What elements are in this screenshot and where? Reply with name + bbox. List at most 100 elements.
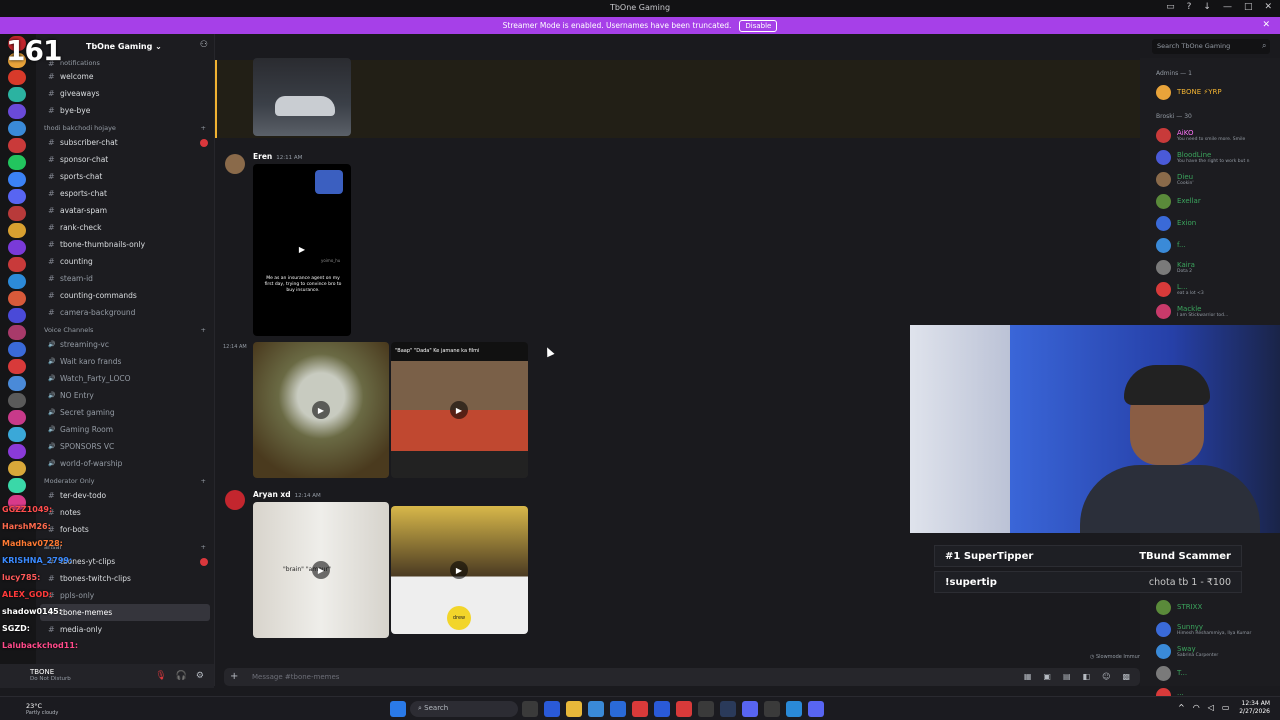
channel-item[interactable]: 🔊 Wait karo frands xyxy=(36,353,214,370)
guild-header[interactable]: TbOne Gaming ⌄ ⚇ xyxy=(36,34,214,58)
deafen-icon[interactable]: 🎧 xyxy=(176,671,187,681)
video-embed[interactable]: "Baap" "Dada" Ke jamane ka filmi ▶ xyxy=(391,342,528,478)
channel-category[interactable]: thodi bakchodi hojaye + xyxy=(36,119,214,134)
server-icon[interactable] xyxy=(8,172,26,187)
channel-item[interactable]: # for-bots xyxy=(36,521,214,538)
video-embed[interactable]: ▶ xyxy=(253,342,389,478)
apps-icon[interactable]: ▦ xyxy=(1024,672,1032,681)
channel-item[interactable]: # ter-dev-todo xyxy=(36,487,214,504)
server-icon[interactable] xyxy=(8,257,26,272)
channel-item[interactable]: # counting-commands xyxy=(36,287,214,304)
clock[interactable]: 12:34 AM 2/27/2026 xyxy=(1239,700,1270,716)
server-icon[interactable] xyxy=(8,478,26,493)
server-icon[interactable] xyxy=(8,138,26,153)
play-icon[interactable]: ▶ xyxy=(312,561,330,579)
taskbar-app-icon[interactable] xyxy=(698,701,714,717)
server-icon[interactable] xyxy=(8,291,26,306)
add-channel-icon[interactable]: + xyxy=(201,326,206,334)
add-channel-icon[interactable]: + xyxy=(201,124,206,132)
tray-chevron-icon[interactable]: ^ xyxy=(1178,703,1185,712)
settings-gear-icon[interactable]: ⚙ xyxy=(196,671,204,681)
download-icon[interactable]: ↓ xyxy=(1203,2,1211,12)
taskbar-app-icon[interactable] xyxy=(610,701,626,717)
sticker-icon[interactable]: ◧ xyxy=(1083,672,1091,681)
close-banner-icon[interactable]: ✕ xyxy=(1262,20,1270,30)
channel-category[interactable]: Voice Channels + xyxy=(36,321,214,336)
member-item[interactable]: STRIXX xyxy=(1140,596,1280,618)
emoji-icon[interactable]: ☺ xyxy=(1102,672,1110,681)
taskbar-app-icon[interactable] xyxy=(786,701,802,717)
server-icon[interactable] xyxy=(8,444,26,459)
maximize-button[interactable]: □ xyxy=(1244,2,1253,12)
channel-item[interactable]: 🔊 world-of-warship xyxy=(36,455,214,472)
taskbar-app-icon[interactable] xyxy=(544,701,560,717)
channel-item[interactable]: # tbone-memes xyxy=(40,604,210,621)
member-item[interactable]: Mackle I am Stickwarrior tod... xyxy=(1140,300,1280,322)
channel-item[interactable]: 🔊 Watch_Farty_LOCO xyxy=(36,370,214,387)
taskbar-app-icon[interactable] xyxy=(676,701,692,717)
member-item[interactable]: TBONE ⚡YRP xyxy=(1140,81,1280,103)
taskbar-app-icon[interactable] xyxy=(720,701,736,717)
server-icon[interactable] xyxy=(8,376,26,391)
play-icon[interactable]: ▶ xyxy=(450,401,468,419)
avatar[interactable] xyxy=(225,490,245,510)
channel-item[interactable]: # steam-id xyxy=(36,270,214,287)
video-embed[interactable]: ▶ yoimo_hu Me as an insurance agent on m… xyxy=(253,164,351,336)
channel-item[interactable]: # ppls-only xyxy=(36,587,214,604)
server-icon[interactable] xyxy=(8,427,26,442)
member-item[interactable]: L... eat a lot <3 xyxy=(1140,278,1280,300)
channel-item[interactable]: 🔊 NO Entry xyxy=(36,387,214,404)
inbox-icon[interactable]: ▭ xyxy=(1166,2,1175,12)
help-icon[interactable]: ? xyxy=(1187,2,1192,12)
taskbar-app-icon[interactable] xyxy=(632,701,648,717)
server-icon[interactable] xyxy=(8,308,26,323)
message-input[interactable]: + Message #tbone-memes ▦ ▣ ▤ ◧ ☺ ▩ xyxy=(224,668,1140,686)
video-embed[interactable]: "brain" "amour" ▶ xyxy=(253,502,389,638)
channel-item[interactable]: # notes xyxy=(36,504,214,521)
taskbar-app-icon[interactable] xyxy=(390,701,406,717)
server-icon[interactable] xyxy=(8,461,26,476)
member-item[interactable]: f... xyxy=(1140,234,1280,256)
channel-item[interactable]: # notifications xyxy=(36,58,214,68)
channel-item[interactable]: # giveaways xyxy=(36,85,214,102)
server-icon[interactable] xyxy=(8,87,26,102)
channel-category[interactable]: Moderator Only + xyxy=(36,472,214,487)
weather-widget[interactable]: 23°C Partly cloudy xyxy=(26,702,58,716)
member-item[interactable]: Sunnyy Himesh Reshammiya, Ilya Kumar xyxy=(1140,618,1280,640)
add-channel-icon[interactable]: + xyxy=(201,477,206,485)
channel-item[interactable]: 🔊 Secret gaming xyxy=(36,404,214,421)
channel-item[interactable]: # tbone-thumbnails-only xyxy=(36,236,214,253)
gif-icon[interactable]: ▤ xyxy=(1063,672,1071,681)
channel-item[interactable]: # sports-chat xyxy=(36,168,214,185)
member-item[interactable]: AiKO You need to smile more. Smile xyxy=(1140,124,1280,146)
channel-item[interactable]: # bye-bye xyxy=(36,102,214,119)
member-item[interactable]: Exion xyxy=(1140,212,1280,234)
taskbar-app-icon[interactable] xyxy=(588,701,604,717)
server-icon[interactable] xyxy=(8,240,26,255)
search-input[interactable]: Search TbOne Gaming xyxy=(1152,39,1270,54)
volume-icon[interactable]: ◁ xyxy=(1208,703,1214,712)
taskbar-app-icon[interactable] xyxy=(742,701,758,717)
channel-item[interactable]: 🔊 SPONSORS VC xyxy=(36,438,214,455)
server-icon[interactable] xyxy=(8,342,26,357)
channel-item[interactable]: # rank-check xyxy=(36,219,214,236)
add-channel-icon[interactable]: + xyxy=(201,543,206,551)
video-embed[interactable]: drew ▶ xyxy=(391,506,528,634)
server-icon[interactable] xyxy=(8,121,26,136)
message-author[interactable]: Aryan xd 12:14 AM xyxy=(253,490,321,499)
channel-item[interactable]: # tbones-twitch-clips xyxy=(36,570,214,587)
close-button[interactable]: ✕ xyxy=(1264,2,1272,12)
member-item[interactable]: Exellar xyxy=(1140,190,1280,212)
play-icon[interactable]: ▶ xyxy=(450,561,468,579)
taskbar-app-icon[interactable] xyxy=(566,701,582,717)
channel-item[interactable]: # camera-background xyxy=(36,304,214,321)
channel-item[interactable]: # sponsor-chat xyxy=(36,151,214,168)
minimize-button[interactable]: — xyxy=(1223,2,1232,12)
server-icon[interactable] xyxy=(8,393,26,408)
server-icon[interactable] xyxy=(8,410,26,425)
mute-icon[interactable]: 🎙 xyxy=(155,671,166,681)
attach-plus-icon[interactable]: + xyxy=(230,671,238,682)
channel-item[interactable]: 🔊 streaming-vc xyxy=(36,336,214,353)
server-icon[interactable] xyxy=(8,206,26,221)
server-icon[interactable] xyxy=(8,325,26,340)
